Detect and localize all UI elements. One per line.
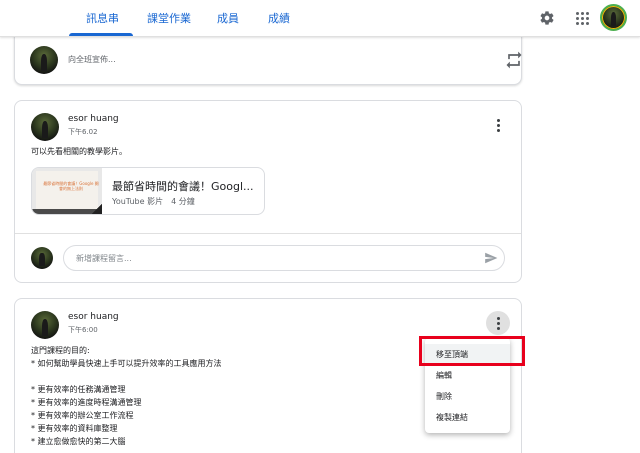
- video-thumbnail: 最節省時間的會議！Google 開會的無上法則: [32, 168, 102, 214]
- comment-input[interactable]: 新增課程留言...: [63, 245, 505, 271]
- menu-item-delete[interactable]: 刪除: [425, 386, 510, 407]
- top-bar: 訊息串 課堂作業 成員 成績: [0, 0, 640, 37]
- avatar: [31, 311, 59, 339]
- send-icon[interactable]: [483, 251, 499, 265]
- attachment-subtitle: YouTube 影片 4 分鐘: [112, 197, 195, 206]
- menu-item-copy-link[interactable]: 複製連結: [425, 407, 510, 428]
- apps-grid-icon[interactable]: [571, 7, 593, 29]
- thumbnail-text: 最節省時間的會議！Google 開會的無上法則: [43, 181, 99, 191]
- more-vert-icon[interactable]: [486, 311, 510, 335]
- gear-icon: [540, 11, 554, 25]
- active-tab-indicator: [69, 33, 133, 36]
- post-body: 這門課程的目的: * 如何幫助學員快速上手可以提升效率的工具應用方法 * 更有效…: [31, 346, 222, 446]
- tab-grades[interactable]: 成績: [268, 10, 290, 26]
- post-time: 下午6.02: [68, 128, 98, 136]
- avatar: [31, 113, 59, 141]
- post-time: 下午6:00: [68, 326, 98, 334]
- announce-card[interactable]: 向全班宣佈...: [14, 35, 522, 85]
- avatar: [30, 46, 58, 74]
- post-body: 可以先看相關的教學影片。: [31, 147, 127, 156]
- tab-classwork[interactable]: 課堂作業: [147, 10, 191, 26]
- more-vert-icon[interactable]: [486, 113, 510, 137]
- menu-item-edit[interactable]: 編輯: [425, 365, 510, 386]
- youtube-attachment[interactable]: 最節省時間的會議！Google 開會的無上法則 最節省時間的會議！Googl..…: [31, 167, 265, 215]
- comment-placeholder: 新增課程留言...: [76, 253, 132, 263]
- avatar: [31, 247, 53, 269]
- tab-stream[interactable]: 訊息串: [86, 10, 119, 26]
- announce-input[interactable]: 向全班宣佈...: [68, 54, 116, 65]
- post-author: esor huang: [68, 114, 119, 124]
- annotation-highlight-box: [419, 336, 525, 366]
- divider: [15, 233, 521, 234]
- repost-icon[interactable]: [504, 50, 524, 70]
- settings-button[interactable]: [536, 7, 558, 29]
- attachment-title: 最節省時間的會議！Googl...: [112, 180, 254, 193]
- tab-people[interactable]: 成員: [217, 10, 239, 26]
- account-avatar[interactable]: [600, 4, 627, 31]
- post-author: esor huang: [68, 312, 119, 322]
- post-card: esor huang 下午6.02 可以先看相關的教學影片。 最節省時間的會議！…: [14, 100, 522, 283]
- classroom-stream-page: 訊息串 課堂作業 成員 成績 向全班宣佈... esor huang 下午6.0…: [0, 0, 640, 453]
